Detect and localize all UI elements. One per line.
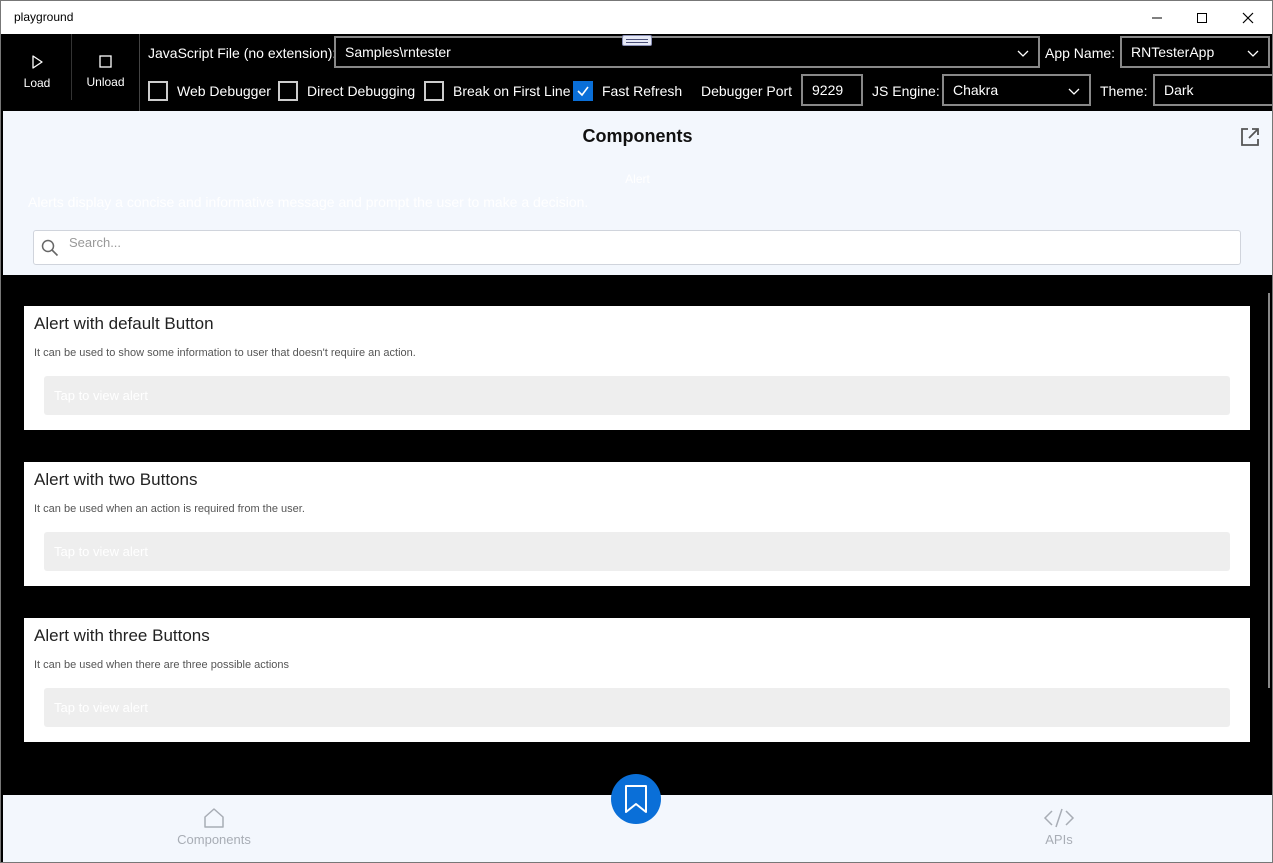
bookmarks-button[interactable]	[611, 774, 661, 824]
scrollbar[interactable]	[1268, 293, 1270, 688]
check-icon	[577, 86, 589, 97]
unload-label: Unload	[86, 75, 125, 89]
splitter-handle[interactable]	[622, 35, 652, 46]
play-icon	[32, 55, 43, 69]
theme-combobox[interactable]: Dark	[1153, 74, 1272, 106]
tap-to-view-alert-button[interactable]: Tap to view alert	[44, 688, 1230, 727]
component-title: Alert	[625, 172, 650, 186]
home-icon	[204, 808, 224, 828]
chevron-down-icon	[1068, 88, 1080, 95]
js-engine-value: Chakra	[953, 82, 999, 98]
maximize-button[interactable]	[1179, 1, 1225, 34]
app-name-label: App Name:	[1045, 45, 1116, 61]
direct-debugging-checkbox[interactable]: Direct Debugging	[278, 80, 415, 102]
maximize-icon	[1197, 12, 1207, 23]
debugger-port-label: Debugger Port	[701, 83, 793, 99]
theme-value: Dark	[1164, 82, 1194, 98]
app-window: playground Load Unload JavaScript File (…	[0, 0, 1273, 863]
tab-components-label: Components	[177, 832, 251, 847]
web-debugger-checkbox[interactable]: Web Debugger	[148, 80, 271, 102]
web-debugger-box	[148, 81, 168, 101]
js-file-label: JavaScript File (no extension):	[148, 45, 337, 61]
examples-list: Alert with default Button It can be used…	[3, 275, 1272, 795]
code-icon	[1043, 808, 1075, 828]
minimize-icon	[1152, 17, 1162, 18]
app-name-value: RNTesterApp	[1131, 44, 1215, 60]
bookmark-icon	[625, 785, 647, 813]
load-label: Load	[23, 76, 51, 90]
example-title: Alert with three Buttons	[34, 626, 210, 645]
bottom-navigation: Components APIs	[3, 774, 1272, 862]
grip-line	[626, 41, 648, 43]
example-card: Alert with two Buttons It can be used wh…	[24, 462, 1250, 586]
example-description: It can be used when there are three poss…	[34, 659, 289, 671]
page-title: Components	[582, 126, 693, 146]
button-label: Tap to view alert	[54, 388, 148, 403]
js-file-combobox[interactable]: Samples\rntester	[334, 36, 1040, 68]
direct-debugging-box	[278, 81, 298, 101]
tab-apis[interactable]: APIs	[999, 807, 1119, 847]
example-card: Alert with three Buttons It can be used …	[24, 618, 1250, 742]
window-title: playground	[14, 10, 74, 24]
search-icon	[41, 239, 59, 257]
chevron-down-icon	[1017, 50, 1029, 57]
fast-refresh-label: Fast Refresh	[602, 83, 683, 99]
example-description: It can be used when an action is require…	[34, 503, 305, 515]
example-description: It can be used to show some information …	[34, 347, 416, 359]
example-card: Alert with default Button It can be used…	[24, 306, 1250, 430]
debugger-port-input[interactable]: 9229	[801, 74, 863, 106]
theme-label: Theme:	[1100, 83, 1148, 99]
unload-button[interactable]: Unload	[71, 34, 139, 100]
fast-refresh-checkbox[interactable]: Fast Refresh	[573, 80, 682, 102]
page-header: Components Alert Alerts display a concis…	[3, 111, 1272, 275]
js-engine-label: JS Engine:	[872, 83, 940, 99]
break-first-line-label: Break on First Line	[453, 83, 571, 99]
tap-to-view-alert-button[interactable]: Tap to view alert	[44, 532, 1230, 571]
tab-components[interactable]: Components	[154, 807, 274, 847]
app-name-combobox[interactable]: RNTesterApp	[1120, 36, 1270, 68]
web-debugger-label: Web Debugger	[177, 83, 271, 99]
example-title: Alert with default Button	[34, 314, 214, 333]
search-input[interactable]: Search...	[33, 230, 1241, 265]
button-label: Tap to view alert	[54, 700, 148, 715]
chevron-down-icon	[1247, 50, 1259, 57]
close-button[interactable]	[1225, 1, 1271, 34]
js-file-value: Samples\rntester	[345, 44, 451, 60]
fast-refresh-box	[573, 81, 593, 101]
minimize-button[interactable]	[1134, 1, 1180, 34]
break-first-line-checkbox[interactable]: Break on First Line	[424, 80, 571, 102]
grip-line	[626, 38, 648, 40]
search-placeholder: Search...	[69, 235, 122, 250]
tab-apis-label: APIs	[1045, 832, 1073, 847]
button-label: Tap to view alert	[54, 544, 148, 559]
title-bar: playground	[1, 1, 1272, 34]
close-icon	[1242, 12, 1254, 23]
stop-icon	[99, 55, 112, 68]
break-first-line-box	[424, 81, 444, 101]
debugger-port-value: 9229	[812, 82, 844, 98]
tap-to-view-alert-button[interactable]: Tap to view alert	[44, 376, 1230, 415]
component-description: Alerts display a concise and informative…	[28, 194, 589, 210]
example-title: Alert with two Buttons	[34, 470, 198, 489]
load-button[interactable]: Load	[3, 34, 71, 100]
js-engine-combobox[interactable]: Chakra	[942, 74, 1091, 106]
direct-debugging-label: Direct Debugging	[307, 83, 416, 99]
popout-icon[interactable]	[1239, 126, 1261, 148]
toolbar-divider	[139, 34, 140, 111]
